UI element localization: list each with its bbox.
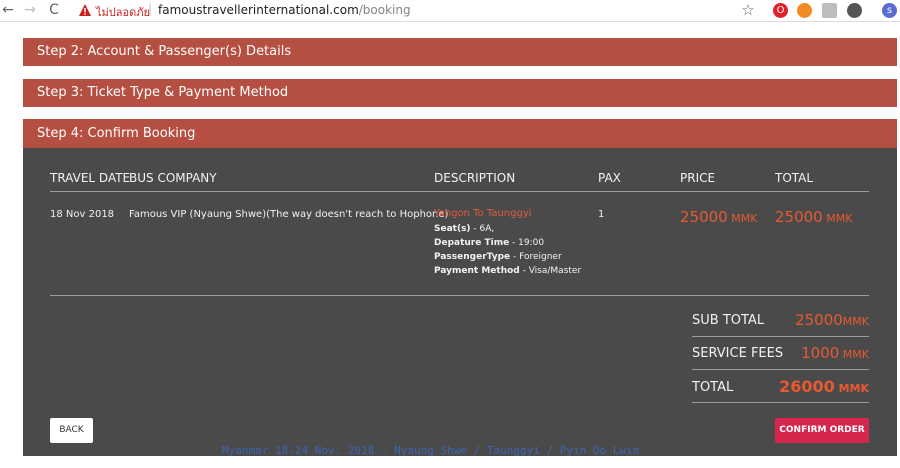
summary-divider-1	[692, 336, 869, 337]
url-host: famoustravellerinternational.com	[158, 3, 359, 17]
confirm-order-button[interactable]: CONFIRM ORDER	[775, 418, 869, 443]
header-travel-date: TRAVEL DATE	[50, 171, 131, 185]
header-bus-company: BUS COMPANY	[129, 171, 217, 185]
forward-arrow-icon[interactable]: →	[22, 2, 38, 18]
row-total-value: 25000	[775, 208, 823, 226]
passenger-type-label: PassengerType	[434, 252, 511, 262]
row-bus-company: Famous VIP (Nyaung Shwe)(The way doesn't…	[129, 209, 449, 220]
subtotal-currency: MMK	[842, 315, 869, 328]
header-pax: PAX	[598, 171, 621, 185]
row-route: Yangon To Taunggyi	[434, 208, 532, 219]
row-price: 25000 MMK	[680, 208, 757, 226]
row-seat: Seat(s) - 6A,	[434, 224, 494, 234]
header-total: TOTAL	[775, 171, 814, 185]
back-arrow-icon[interactable]: ←	[0, 2, 16, 18]
row-travel-date: 18 Nov 2018	[50, 209, 115, 220]
service-fees-amount: 1000 MMK	[801, 344, 869, 362]
row-price-currency: MMK	[727, 212, 758, 225]
service-fees-value: 1000	[801, 344, 840, 362]
seat-value: - 6A,	[470, 224, 495, 234]
service-fees-currency: MMK	[839, 348, 869, 361]
reload-icon[interactable]: C	[46, 2, 62, 18]
total-value: 26000	[779, 377, 835, 396]
address-bar[interactable]: famoustravellerinternational.com/booking	[158, 3, 411, 17]
browser-toolbar: ← → C ไม่ปลอดภัย | famoustravellerintern…	[0, 0, 900, 22]
departure-label: Depature Time	[434, 238, 510, 248]
subtotal-value: 25000	[795, 311, 843, 329]
table-header-divider	[50, 191, 869, 192]
row-pax: 1	[598, 209, 605, 220]
photo-caption-watermark: Myanmar 18-24 Nov. 2018 - Nyaung Shwe / …	[222, 444, 640, 457]
passenger-type-value: - Foreigner	[510, 252, 562, 262]
total-label: TOTAL	[692, 380, 734, 395]
departure-value: - 19:00	[509, 238, 545, 248]
puzzle-extension-icon[interactable]	[847, 3, 862, 18]
url-path: /booking	[358, 3, 411, 17]
bookmark-star-icon[interactable]: ☆	[740, 2, 756, 18]
step2-header[interactable]: Step 2: Account & Passenger(s) Details	[23, 38, 897, 66]
warning-icon[interactable]	[78, 3, 92, 17]
summary-divider-3	[692, 402, 869, 403]
payment-method-label: Payment Method	[434, 266, 520, 276]
step3-header[interactable]: Step 3: Ticket Type & Payment Method	[23, 79, 897, 107]
step4-header[interactable]: Step 4: Confirm Booking	[23, 119, 897, 148]
row-departure: Depature Time - 19:00	[434, 238, 544, 248]
row-payment-method: Payment Method - Visa/Master	[434, 266, 581, 276]
seat-label: Seat(s)	[434, 224, 471, 234]
security-warning-label[interactable]: ไม่ปลอดภัย	[96, 3, 150, 21]
payment-method-value: - Visa/Master	[519, 266, 582, 276]
subtotal-label: SUB TOTAL	[692, 313, 765, 328]
orange-extension-icon[interactable]	[797, 3, 812, 18]
opera-extension-icon[interactable]: O	[773, 3, 788, 18]
url-separator: |	[148, 2, 153, 16]
back-button[interactable]: BACK	[50, 418, 93, 443]
row-price-value: 25000	[680, 208, 728, 226]
row-total-currency: MMK	[822, 212, 853, 225]
total-amount: 26000 MMK	[779, 377, 869, 396]
subtotal-amount: 25000MMK	[795, 311, 869, 329]
summary-divider-2	[692, 369, 869, 370]
pdf-extension-icon[interactable]	[822, 3, 837, 18]
row-passenger-type: PassengerType - Foreigner	[434, 252, 562, 262]
header-description: DESCRIPTION	[434, 171, 516, 185]
service-fees-label: SERVICE FEES	[692, 346, 784, 361]
confirm-booking-panel: TRAVEL DATE BUS COMPANY DESCRIPTION PAX …	[23, 148, 897, 456]
total-currency: MMK	[834, 382, 869, 395]
row-total: 25000 MMK	[775, 208, 852, 226]
profile-avatar[interactable]: s	[882, 3, 897, 18]
header-price: PRICE	[680, 171, 716, 185]
table-bottom-divider	[50, 295, 869, 296]
